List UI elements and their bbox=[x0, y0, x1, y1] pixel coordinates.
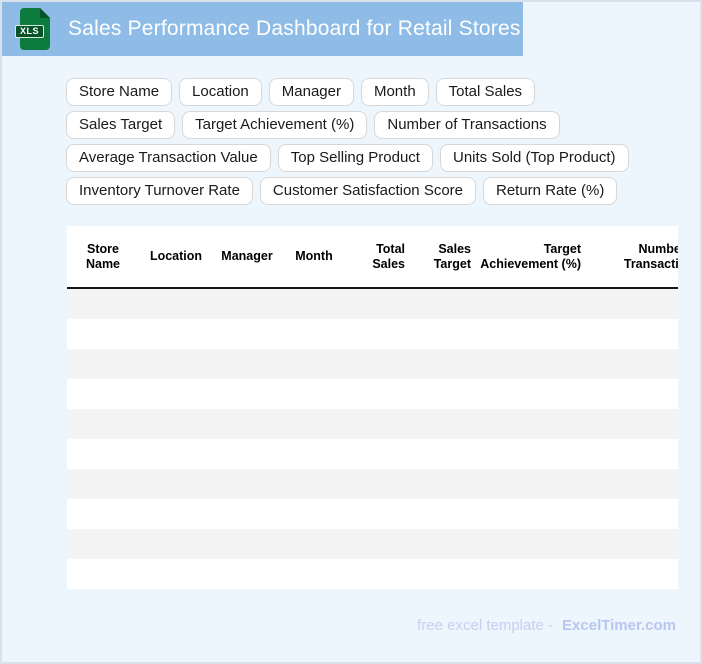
table-body bbox=[67, 289, 678, 589]
xls-badge-label: XLS bbox=[15, 25, 45, 38]
field-chip[interactable]: Store Name bbox=[66, 78, 173, 106]
table-row bbox=[67, 289, 678, 319]
table-row bbox=[67, 349, 678, 379]
column-header: Location bbox=[149, 249, 203, 263]
table-header-row: Store Name Location Manager Month Total Sale… bbox=[67, 226, 678, 289]
field-chip[interactable]: Top Selling Product bbox=[277, 144, 433, 172]
table-row bbox=[67, 469, 678, 499]
brand-link[interactable]: ExcelTimer.com bbox=[562, 617, 676, 634]
xls-file-icon: XLS bbox=[15, 8, 52, 50]
title-bar: XLS Sales Performance Dashboard for Reta… bbox=[2, 2, 523, 56]
field-chip[interactable]: Inventory Turnover Rate bbox=[66, 177, 253, 205]
column-header: Number of Transactions bbox=[623, 241, 678, 271]
field-chip[interactable]: Sales Target bbox=[66, 111, 176, 139]
field-chip[interactable]: Location bbox=[179, 78, 262, 106]
column-header: Sales Target bbox=[433, 241, 471, 271]
column-header: Month bbox=[295, 249, 333, 263]
field-chip[interactable]: Return Rate (%) bbox=[483, 177, 618, 205]
column-header: Total Sales bbox=[372, 241, 405, 271]
field-chip[interactable]: Customer Satisfaction Score bbox=[259, 177, 476, 205]
column-header: Manager bbox=[221, 249, 273, 263]
field-tags: Store Name Location Manager Month Total Sale… bbox=[66, 78, 644, 205]
field-chip[interactable]: Total Sales bbox=[435, 78, 536, 106]
footer-credit: free excel template - ExcelTimer.com bbox=[417, 617, 676, 634]
template-preview-card: XLS Sales Performance Dashboard for Reta… bbox=[0, 0, 702, 664]
table-row bbox=[67, 379, 678, 409]
footer-credit-text: free excel template - bbox=[417, 617, 554, 634]
page-title: Sales Performance Dashboard for Retail S… bbox=[68, 17, 521, 40]
table-row bbox=[67, 409, 678, 439]
table-row bbox=[67, 499, 678, 529]
table-row bbox=[67, 559, 678, 589]
field-chip[interactable]: Month bbox=[360, 78, 429, 106]
field-chip[interactable]: Average Transaction Value bbox=[66, 144, 271, 172]
table-row bbox=[67, 319, 678, 349]
table-row bbox=[67, 529, 678, 559]
column-header: Store Name bbox=[85, 241, 121, 271]
field-chip[interactable]: Manager bbox=[268, 78, 354, 106]
field-chip[interactable]: Units Sold (Top Product) bbox=[439, 144, 629, 172]
data-table: Store Name Location Manager Month Total Sale… bbox=[67, 226, 678, 589]
field-chip[interactable]: Number of Transactions bbox=[374, 111, 560, 139]
column-header: Target Achievement (%) bbox=[480, 241, 581, 271]
table-row bbox=[67, 439, 678, 469]
field-chip[interactable]: Target Achievement (%) bbox=[182, 111, 368, 139]
